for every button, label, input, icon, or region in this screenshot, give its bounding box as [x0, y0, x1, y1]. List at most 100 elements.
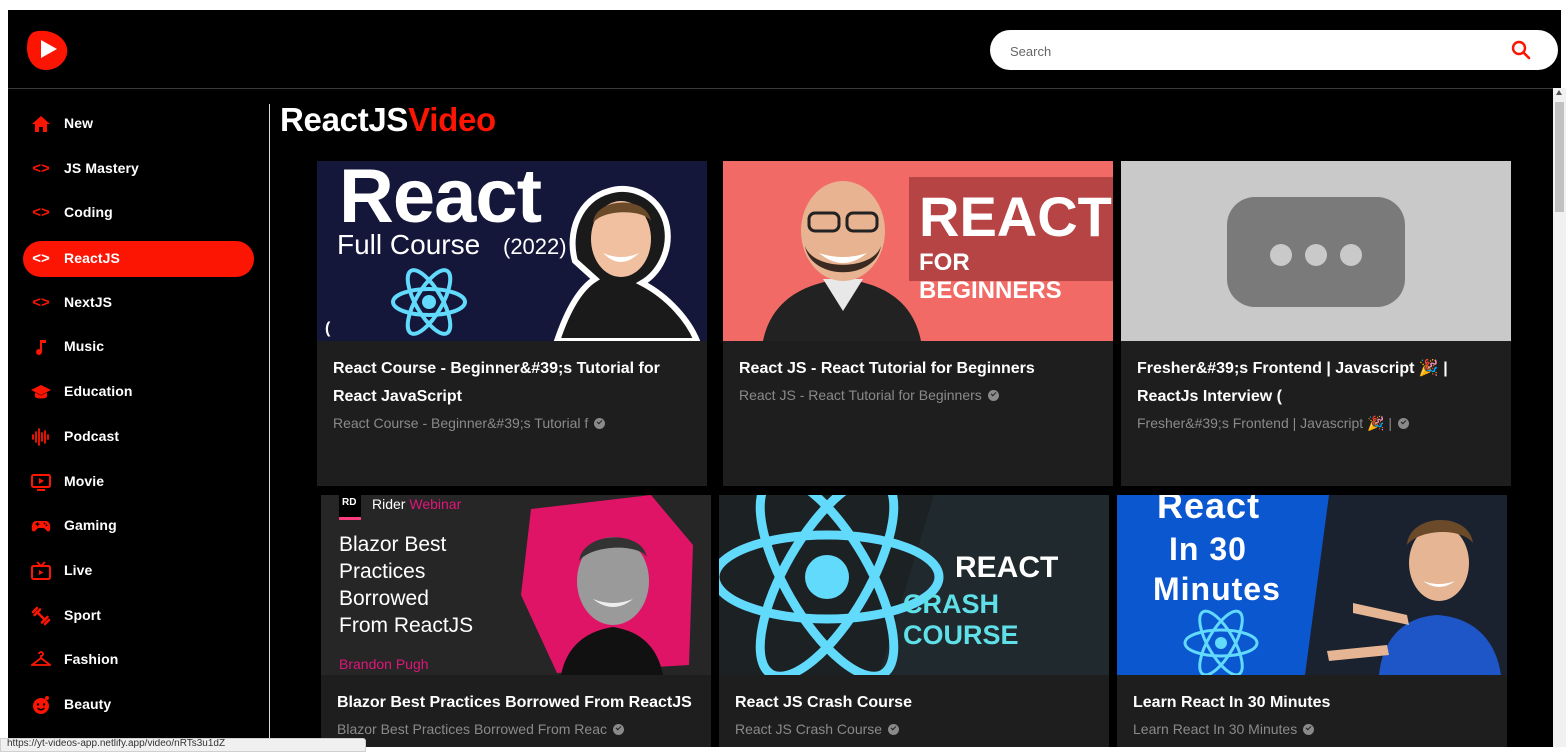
sidebar-item-gaming[interactable]: Gaming [23, 508, 254, 544]
video-card[interactable]: REACT FOR BEGINNERS React JS - React Tut… [723, 161, 1113, 486]
sidebar-item-nextjs[interactable]: <> NextJS [23, 285, 254, 321]
video-card[interactable]: REACT CRASH COURSE React JS Crash Course… [719, 495, 1109, 747]
thumbnail-text: Full Course [337, 229, 481, 260]
home-icon [31, 114, 51, 134]
sidebar-item-podcast[interactable]: Podcast [23, 419, 254, 455]
thumbnail-text: Practices [339, 560, 426, 583]
page-title: ReactJSVideo [280, 101, 496, 139]
video-thumbnail[interactable]: React In 30 Minutes [1117, 495, 1507, 675]
gamepad-icon [31, 516, 51, 536]
verified-check-icon [612, 723, 624, 735]
video-title[interactable]: Blazor Best Practices Borrowed From Reac… [337, 689, 697, 717]
channel-name-text: Blazor Best Practices Borrowed From Reac [337, 721, 607, 737]
thumbnail-text: (2022) [503, 234, 567, 259]
channel-name[interactable]: Fresher&#39;s Frontend | Javascript 🎉 | [1137, 415, 1410, 432]
thumbnail-text: FOR BEGINNERS [919, 249, 1062, 304]
video-card[interactable]: ( React Full Course (2022) React Course … [317, 161, 707, 486]
video-card[interactable]: React In 30 Minutes Learn React In 30 Mi… [1117, 495, 1507, 747]
sidebar-item-label: Coding [64, 204, 113, 220]
sidebar-item-music[interactable]: Music [23, 329, 254, 365]
sidebar-item-new[interactable]: New [23, 106, 254, 142]
thumbnail-text: CRASH COURSE [903, 589, 1019, 650]
soundwave-icon [31, 427, 51, 447]
status-bar-url: https://yt-videos-app.netlify.app/video/… [0, 738, 366, 752]
search-input[interactable] [1008, 30, 1472, 72]
scroll-up-arrow-icon[interactable] [1556, 90, 1562, 95]
page-scrollbar[interactable] [1553, 88, 1566, 747]
sidebar-item-education[interactable]: Education [23, 374, 254, 410]
rider-badge: RD [342, 497, 357, 508]
thumbnail-text: In 30 [1169, 531, 1247, 567]
search-button[interactable] [1510, 39, 1532, 61]
thumbnail-text: REACT [919, 185, 1112, 248]
code-icon: <> [32, 250, 50, 267]
video-thumbnail[interactable] [1121, 161, 1511, 341]
thumbnail-text: React [339, 161, 542, 239]
title-suffix: Video [408, 101, 496, 138]
tag-webinar: Webinar [409, 496, 462, 512]
thumbnail-tag: Rider Webinar [372, 496, 461, 512]
video-card[interactable]: Fresher&#39;s Frontend | Javascript 🎉 | … [1121, 161, 1511, 486]
sidebar-item-live[interactable]: Live [23, 553, 254, 589]
hanger-icon [29, 650, 53, 670]
logo-icon[interactable] [24, 26, 70, 72]
sidebar-item-movie[interactable]: Movie [23, 464, 254, 500]
channel-name[interactable]: React JS - React Tutorial for Beginners [739, 387, 999, 403]
sidebar-item-reactjs[interactable]: <> ReactJS [23, 241, 254, 277]
scrollbar-thumb[interactable] [1555, 102, 1564, 212]
face-icon [31, 695, 51, 715]
channel-name[interactable]: Blazor Best Practices Borrowed From Reac [337, 721, 624, 737]
sidebar-item-label: Music [64, 338, 105, 354]
search-icon [1511, 40, 1531, 60]
channel-name-text: Fresher&#39;s Frontend | Javascript 🎉 | [1137, 415, 1393, 431]
sidebar-item-js-mastery[interactable]: <> JS Mastery [23, 151, 254, 187]
thumbnail-text: Minutes [1153, 571, 1281, 607]
sidebar-item-label: Fashion [64, 651, 119, 667]
thumbnail-text: Blazor Best [339, 533, 447, 556]
video-title[interactable]: React JS - React Tutorial for Beginners [739, 355, 1099, 383]
video-title[interactable]: Fresher&#39;s Frontend | Javascript 🎉 | … [1137, 355, 1497, 411]
sidebar-item-sport[interactable]: Sport [23, 598, 254, 634]
channel-name[interactable]: React JS Crash Course [735, 721, 900, 737]
sidebar-item-label: Sport [64, 607, 102, 623]
channel-name-text: React Course - Beginner&#39;s Tutorial f [333, 415, 589, 431]
verified-check-icon [1303, 723, 1315, 735]
verified-check-icon [888, 723, 900, 735]
code-icon: <> [32, 294, 50, 311]
sidebar-item-label: New [64, 115, 94, 131]
video-thumbnail[interactable]: ( React Full Course (2022) [317, 161, 707, 341]
video-title[interactable]: React Course - Beginner&#39;s Tutorial f… [333, 355, 693, 411]
sidebar: New <> JS Mastery <> Coding <> ReactJS <… [8, 89, 269, 747]
video-title[interactable]: React JS Crash Course [735, 689, 1095, 717]
sidebar-item-label: NextJS [64, 294, 113, 310]
thumbnail-text: REACT [955, 551, 1059, 584]
video-card[interactable]: RD Rider Webinar Blazor Best Practices B… [321, 495, 711, 747]
sidebar-item-label: Podcast [64, 428, 120, 444]
video-thumbnail[interactable]: RD Rider Webinar Blazor Best Practices B… [321, 495, 711, 675]
sidebar-item-label: Gaming [64, 517, 117, 533]
code-icon: <> [32, 204, 50, 221]
video-title[interactable]: Learn React In 30 Minutes [1133, 689, 1493, 717]
thumbnail-text: Borrowed [339, 587, 429, 610]
sidebar-item-coding[interactable]: <> Coding [23, 195, 254, 231]
channel-name[interactable]: Learn React In 30 Minutes [1133, 721, 1315, 737]
sidebar-item-fashion[interactable]: Fashion [23, 642, 254, 678]
thumbnail-text: From ReactJS [339, 614, 474, 637]
speaker-name: Brandon Pugh [339, 656, 429, 672]
verified-check-icon [1398, 417, 1410, 429]
svg-text:(: ( [325, 320, 331, 337]
dumbbell-icon [31, 606, 51, 626]
channel-name[interactable]: React Course - Beginner&#39;s Tutorial f [333, 415, 606, 431]
video-thumbnail[interactable]: REACT FOR BEGINNERS [723, 161, 1113, 341]
video-thumbnail[interactable]: REACT CRASH COURSE [719, 495, 1109, 675]
tag-rider: Rider [372, 496, 406, 512]
sidebar-item-beauty[interactable]: Beauty [23, 687, 254, 723]
music-note-icon [31, 337, 51, 357]
top-navbar [8, 10, 1561, 88]
channel-name-text: React JS Crash Course [735, 721, 883, 737]
search-bar [990, 30, 1558, 72]
sidebar-item-label: Live [64, 562, 93, 578]
channel-name-text: Learn React In 30 Minutes [1133, 721, 1298, 737]
sidebar-item-label: Beauty [64, 696, 112, 712]
app-window: New <> JS Mastery <> Coding <> ReactJS <… [8, 10, 1561, 747]
